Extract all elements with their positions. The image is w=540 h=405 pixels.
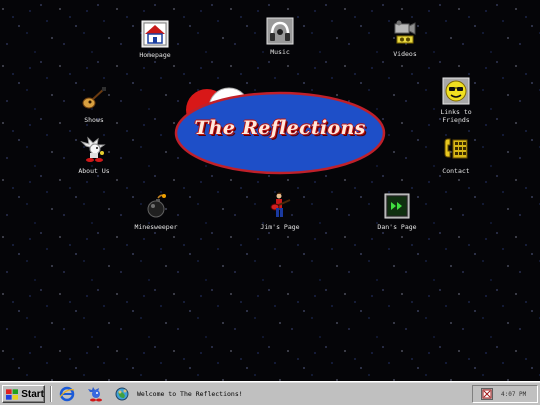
shows-label: Shows [84,116,104,124]
bomb-icon [147,194,166,218]
media-player-icon [384,193,410,219]
links-to-friends-icon-shortcut[interactable]: Links to Friends [418,77,494,124]
taskbar: Start Welcome to The Reflections! 4:07 P… [0,381,540,405]
music-label: Music [270,48,290,56]
minesweeper-label: Minesweeper [134,223,178,231]
earth-dog-icon[interactable] [114,386,130,402]
jims-page-label: Jim's Page [260,223,300,231]
start-button[interactable]: Start [2,385,45,403]
welcome-message: Welcome to The Reflections! [137,390,243,398]
shows-icon-shortcut[interactable]: Shows [56,85,132,124]
homepage-icon-shortcut[interactable]: Homepage [117,20,193,59]
sonic-icon[interactable] [87,386,103,402]
links-to-friends-label: Links to Friends [440,108,472,124]
contact-label: Contact [442,167,470,175]
minesweeper-icon-shortcut[interactable]: Minesweeper [118,192,194,231]
music-icon-shortcut[interactable]: Music [242,17,318,56]
logo-title: The Reflections [194,117,366,139]
system-tray: 4:07 PM [472,385,538,403]
videos-icon-shortcut[interactable]: Videos [367,19,443,58]
smiley-sunglasses-icon [442,77,470,105]
videos-label: Videos [393,50,417,58]
about-us-label: About Us [78,167,110,175]
contact-icon-shortcut[interactable]: Contact [418,136,494,175]
dans-page-label: Dan's Page [377,223,417,231]
clock: 4:07 PM [501,391,527,398]
internet-explorer-icon[interactable] [59,386,75,402]
headphones-icon [266,17,294,45]
guitarist-icon [270,192,291,217]
start-label: Start [21,388,44,400]
guitar-icon [82,87,106,109]
homepage-label: Homepage [139,51,171,59]
windows-logo-icon [6,388,19,400]
house-icon [141,20,169,48]
dans-page-icon-shortcut[interactable]: Dan's Page [359,192,435,231]
tray-app-icon[interactable] [481,388,493,400]
about-us-icon-shortcut[interactable]: About Us [56,136,132,175]
video-camera-icon [394,20,416,44]
band-logo: The Reflections [174,84,386,176]
sonic-character-icon [80,136,106,162]
taskbar-separator [50,386,52,402]
phone-icon [444,138,468,159]
jims-page-icon-shortcut[interactable]: Jim's Page [242,192,318,231]
